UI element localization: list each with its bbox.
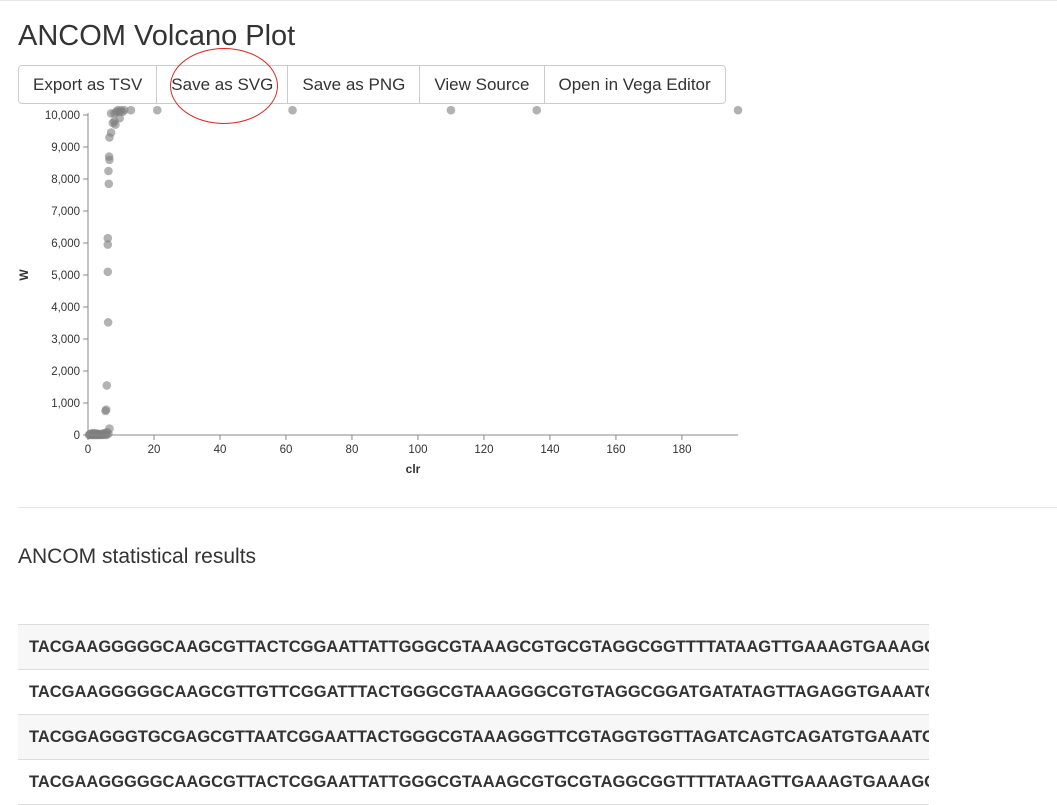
section-divider	[18, 507, 1057, 508]
x-tick-label: 80	[346, 444, 359, 456]
save-png-button[interactable]: Save as PNG	[287, 66, 419, 103]
data-point[interactable]	[446, 105, 456, 115]
x-tick-label: 60	[280, 444, 293, 456]
table-row: TACGAAGGGGGCAAGCGTTGTTCGGATTTACTGGGCGTAA…	[18, 670, 929, 715]
export-toolbar: Export as TSV Save as SVG Save as PNG Vi…	[18, 65, 726, 104]
x-axis-label: clr	[406, 462, 421, 476]
save-svg-button[interactable]: Save as SVG	[156, 66, 287, 103]
data-point[interactable]	[152, 105, 162, 115]
data-point[interactable]	[532, 105, 542, 115]
data-point[interactable]	[733, 105, 743, 115]
data-point[interactable]	[104, 166, 113, 176]
x-tick-label: 140	[540, 444, 559, 456]
x-tick-label: 180	[672, 444, 691, 456]
data-point[interactable]	[115, 113, 124, 123]
y-tick-label: 6,000	[51, 238, 80, 250]
x-axis-ticks: 0 20 40 60 80 100 120 140 160 180	[85, 435, 692, 456]
y-tick-label: 9,000	[51, 142, 80, 154]
x-tick-label: 120	[474, 444, 493, 456]
volcano-plot: 0 1,000 2,000 3,000 4,000 5,000 6,000 7,000 8,00…	[17, 105, 743, 476]
y-tick-label: 0	[74, 430, 80, 442]
table-row: TACGAAGGGGGCAAGCGTTACTCGGAATTATTGGGCGTAA…	[18, 760, 929, 805]
data-point[interactable]	[288, 105, 297, 115]
top-rule	[0, 0, 1057, 1]
data-point[interactable]	[101, 405, 111, 415]
y-axis-ticks: 0 1,000 2,000 3,000 4,000 5,000 6,000 7,000 8,00…	[45, 110, 88, 442]
y-tick-label: 5,000	[51, 270, 80, 282]
scatter-points	[84, 105, 743, 440]
data-point[interactable]	[103, 267, 113, 277]
y-tick-label: 8,000	[51, 174, 80, 186]
results-section-title: ANCOM statistical results	[18, 545, 257, 568]
data-point[interactable]	[104, 179, 114, 189]
data-point[interactable]	[103, 233, 113, 243]
y-tick-label: 3,000	[51, 334, 80, 346]
x-tick-label: 100	[408, 444, 427, 456]
y-tick-label: 4,000	[51, 302, 80, 314]
view-source-button[interactable]: View Source	[419, 66, 543, 103]
page-title: ANCOM Volcano Plot	[18, 20, 296, 52]
data-point[interactable]	[105, 424, 114, 433]
x-tick-label: 40	[214, 444, 227, 456]
data-point[interactable]	[106, 128, 116, 137]
x-tick-label: 160	[606, 444, 625, 456]
y-axis-label: W	[17, 269, 31, 281]
x-tick-label: 0	[85, 444, 91, 456]
y-tick-label: 2,000	[51, 366, 80, 378]
x-tick-label: 20	[148, 444, 161, 456]
y-tick-label: 1,000	[51, 398, 80, 410]
data-point[interactable]	[126, 105, 136, 115]
data-point[interactable]	[103, 318, 113, 327]
results-table: TACGAAGGGGGCAAGCGTTACTCGGAATTATTGGGCGTAA…	[18, 624, 929, 805]
y-tick-label: 7,000	[51, 206, 80, 218]
table-row: TACGGAGGGTGCGAGCGTTAATCGGAATTACTGGGCGTAA…	[18, 715, 929, 760]
table-row: TACGAAGGGGGCAAGCGTTACTCGGAATTATTGGGCGTAA…	[18, 625, 929, 670]
export-tsv-button[interactable]: Export as TSV	[19, 66, 156, 103]
open-vega-editor-button[interactable]: Open in Vega Editor	[543, 66, 725, 103]
data-point[interactable]	[104, 152, 114, 161]
data-point[interactable]	[102, 381, 112, 390]
y-tick-label: 10,000	[45, 110, 80, 122]
